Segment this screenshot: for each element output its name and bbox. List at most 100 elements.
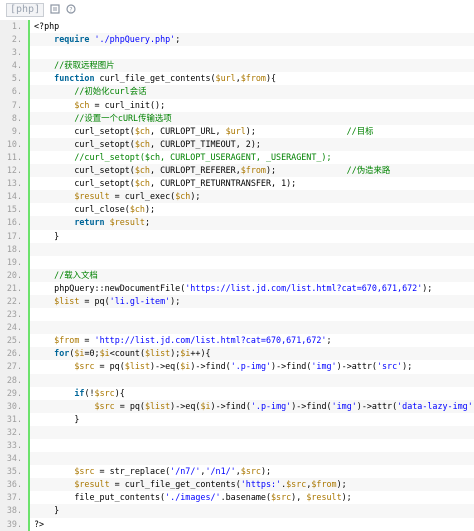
code-token: } (34, 230, 60, 241)
code-line: 2. require './phpQuery.php'; (0, 33, 474, 47)
code-line: 27. $src = pq($list)->eq($i)->find('.p-i… (0, 360, 474, 374)
code-block: 1. <?php 2. require './phpQuery.php'; 3. 4. … (0, 20, 474, 531)
line-number: 13. (0, 177, 30, 191)
code-token: //设置一个cURL传输选项 (34, 112, 172, 123)
line-number: 27. (0, 360, 30, 374)
code-token: $url (215, 73, 236, 84)
code-token: ); (245, 125, 347, 136)
svg-text:?: ? (70, 6, 73, 13)
code-token: return (74, 217, 105, 228)
code-line: 34. (0, 452, 474, 466)
code-text: curl_setopt($ch, CURLOPT_URL, $url); //目… (30, 125, 373, 138)
code-token: ){ (265, 73, 277, 84)
code-line: 1. <?php (0, 20, 474, 34)
code-token: ; (326, 335, 332, 346)
code-token: ; (175, 34, 181, 45)
line-number: 31. (0, 412, 30, 426)
code-text: $result = curl_exec($ch); (30, 190, 200, 203)
code-line: 30. $src = pq($list)->eq($i)->find('.p-i… (0, 399, 474, 413)
code-line: 20. //载入文档 (0, 268, 474, 282)
code-token: $list (124, 361, 150, 372)
code-text: $list = pq('li.gl-item'); (30, 295, 180, 308)
line-number: 3. (0, 46, 30, 60)
code-line: 22. $list = pq('li.gl-item'); (0, 294, 474, 309)
code-line: 24. (0, 321, 474, 335)
code-token: = curl_init(); (89, 99, 166, 110)
code-token: ); (144, 204, 156, 215)
code-line: 19. (0, 255, 474, 269)
code-line: 21. phpQuery::newDocumentFile('https://l… (0, 281, 474, 295)
code-token: = curl_exec( (109, 191, 176, 202)
code-token: //curl_setopt($ch, CURLOPT_USERAGENT, _U… (34, 151, 332, 162)
code-token: ; (144, 217, 150, 228)
code-text: //获取远程图片 (30, 59, 114, 72)
code-token: '.p-img' (230, 361, 272, 372)
code-line: 28. (0, 373, 474, 387)
code-token: '.p-img' (250, 400, 292, 411)
help-icon[interactable]: ? (66, 3, 76, 17)
code-token: curl_setopt( (34, 125, 135, 136)
code-text: return $result; (30, 216, 150, 229)
code-token: curl_setopt( (34, 165, 135, 176)
code-token: $src (271, 492, 292, 503)
code-token: $src (74, 466, 95, 477)
code-text: file_put_contents('./images/'.basename($… (30, 491, 352, 504)
code-line: 25. $from = 'http://list.jd.com/list.htm… (0, 334, 474, 348)
code-text: $src = str_replace('/n7/','/n1/',$src); (30, 465, 271, 478)
copy-icon[interactable] (50, 3, 60, 17)
code-line: 36. $result = curl_file_get_contents('ht… (0, 478, 474, 492)
code-text: $src = pq($list)->eq($i)->find('.p-img')… (30, 360, 412, 373)
code-token: ); (265, 165, 347, 176)
code-token: } (34, 413, 80, 424)
code-token: 'https://list.jd.com/list.html?cat=670,6… (185, 282, 423, 293)
line-number: 16. (0, 216, 30, 230)
code-line: 17. } (0, 229, 474, 243)
code-line: 38. } (0, 504, 474, 518)
code-token: './images/' (165, 492, 221, 503)
code-token: ); (402, 361, 413, 372)
code-line: 23. (0, 308, 474, 322)
code-text: if(!$src){ (30, 387, 124, 400)
code-text: } (30, 230, 59, 243)
line-number: 20. (0, 268, 30, 282)
code-token: 'https:' (240, 479, 282, 490)
code-token: $ch (134, 178, 150, 189)
code-token: <count( (109, 348, 145, 359)
code-token: ); (170, 295, 181, 306)
code-line: 29. if(!$src){ (0, 386, 474, 400)
code-token: , CURLOPT_REFERER, (149, 165, 241, 176)
code-token: $src (286, 479, 307, 490)
line-number: 19. (0, 255, 30, 269)
code-line: 16. return $result; (0, 216, 474, 230)
code-line: 9. curl_setopt($ch, CURLOPT_URL, $url); … (0, 124, 474, 138)
code-text: curl_setopt($ch, CURLOPT_RETURNTRANSFER,… (30, 177, 296, 190)
code-token: $src (74, 361, 95, 372)
code-token: $list (144, 348, 171, 359)
code-token: if (74, 387, 85, 398)
code-token: //目标 (346, 125, 374, 136)
code-line: 4. //获取远程图片 (0, 59, 474, 73)
code-text: $result = curl_file_get_contents('https:… (30, 478, 346, 491)
code-token: $i (180, 348, 191, 359)
line-number: 4. (0, 59, 30, 73)
code-line: 12. curl_setopt($ch, CURLOPT_REFERER,$fr… (0, 164, 474, 178)
code-token: 'img' (311, 361, 337, 372)
code-token: $from (311, 479, 337, 490)
code-token: = str_replace( (94, 466, 171, 477)
code-line: 13. curl_setopt($ch, CURLOPT_RETURNTRANS… (0, 177, 474, 191)
code-token: function (54, 73, 95, 84)
code-token: ); (341, 492, 352, 503)
code-token: curl_setopt( (34, 178, 135, 189)
code-line: 18. (0, 242, 474, 256)
code-token: <?php (34, 21, 60, 31)
